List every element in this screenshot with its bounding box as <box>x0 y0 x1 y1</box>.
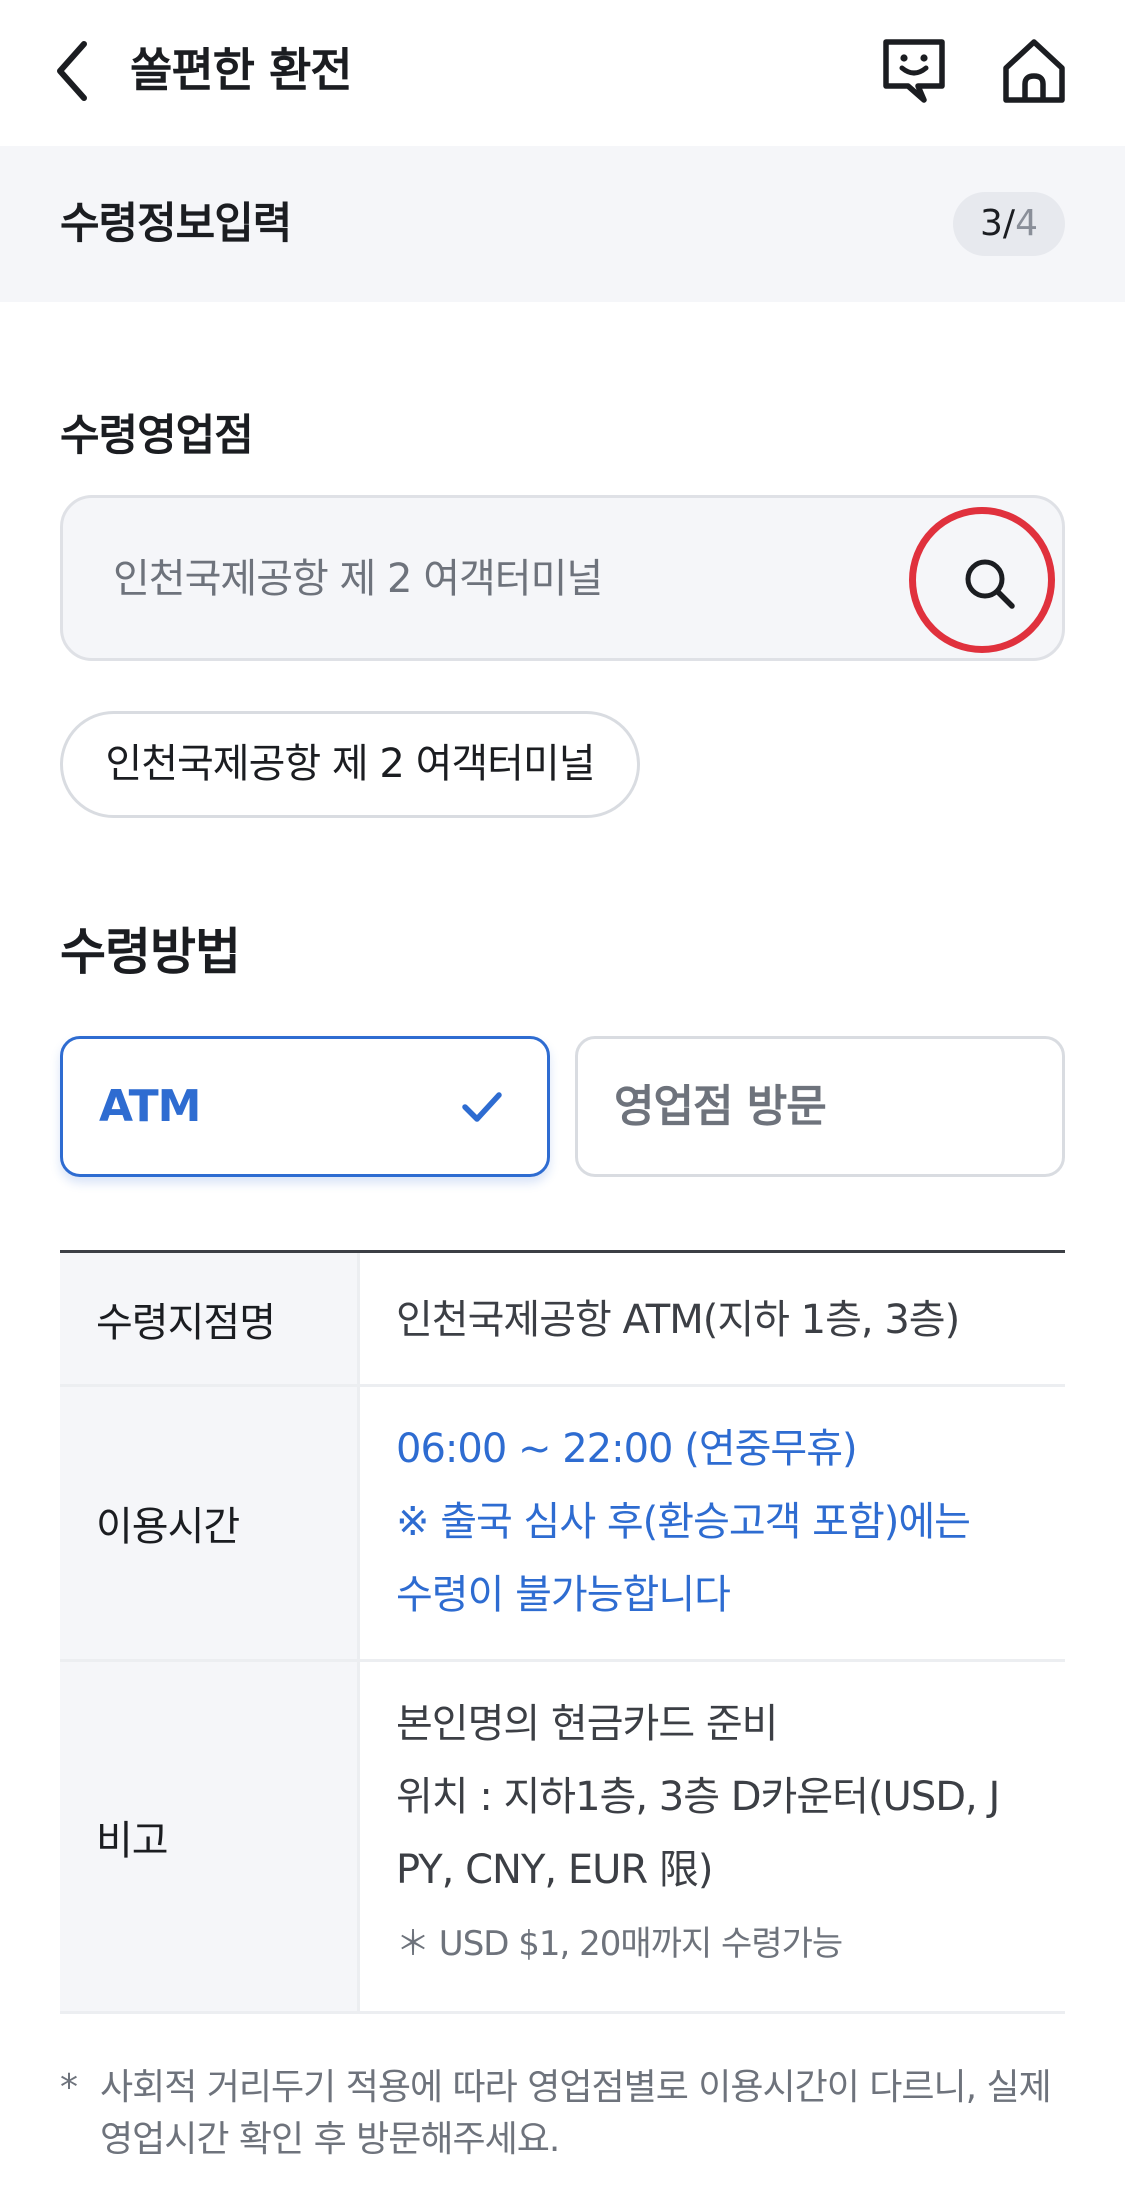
row-value-remarks: 본인명의 현금카드 준비 위치 : 지하1층, 3층 D카운터(USD, J P… <box>360 1662 1065 2011</box>
chatbot-button[interactable] <box>878 34 950 110</box>
footnote-text: 사회적 거리두기 적용에 따라 영업점별로 이용시간이 다르니, 실제 영업시간… <box>100 2067 1052 2160</box>
search-icon <box>965 559 1015 609</box>
top-app-bar: 쏠편한 환전 <box>0 0 1125 146</box>
home-icon <box>1003 39 1065 103</box>
hours-line: 06:00 ~ 22:00 (연중무휴) <box>396 1426 858 1472</box>
method-section-label: 수령방법 <box>60 923 241 981</box>
table-row: 수령지점명 인천국제공항 ATM(지하 1층, 3층) <box>60 1253 1065 1387</box>
check-icon <box>462 1092 502 1122</box>
step-current: 3 <box>980 203 1003 244</box>
footnote: * 사회적 거리두기 적용에 따라 영업점별로 이용시간이 다르니, 실제 영업… <box>60 2062 1070 2166</box>
chatbot-icon <box>883 39 945 103</box>
method-atm-label: ATM <box>99 1081 201 1132</box>
method-atm-button[interactable]: ATM <box>60 1036 550 1177</box>
hours-notice-line: ※ 출국 심사 후(환승고객 포함)에는 <box>396 1499 971 1545</box>
branch-search-box <box>60 495 1065 661</box>
row-header-remarks: 비고 <box>60 1662 360 2011</box>
step-title: 수령정보입력 <box>60 199 292 249</box>
home-button[interactable] <box>998 34 1070 110</box>
row-value-branch-name: 인천국제공항 ATM(지하 1층, 3층) <box>396 1297 960 1343</box>
table-row: 비고 본인명의 현금카드 준비 위치 : 지하1층, 3층 D카운터(USD, … <box>60 1662 1065 2014</box>
remarks-note: ＊ USD $1, 20매까지 수령가능 <box>396 1924 843 1964</box>
method-branch-visit-label: 영업점 방문 <box>614 1081 827 1132</box>
method-branch-visit-button[interactable]: 영업점 방문 <box>575 1036 1065 1177</box>
pickup-info-table: 수령지점명 인천국제공항 ATM(지하 1층, 3층) 이용시간 06:00 ~… <box>60 1250 1065 2014</box>
row-header-hours: 이용시간 <box>60 1387 360 1659</box>
remarks-line: PY, CNY, EUR 限) <box>396 1847 713 1893</box>
step-bar: 수령정보입력 3/4 <box>0 146 1125 302</box>
remarks-line: 위치 : 지하1층, 3층 D카운터(USD, J <box>396 1774 1000 1820</box>
hours-notice-line: 수령이 불가능합니다 <box>396 1572 731 1618</box>
page-title: 쏠편한 환전 <box>130 43 353 97</box>
row-value-hours: 06:00 ~ 22:00 (연중무휴) ※ 출국 심사 후(환승고객 포함)에… <box>360 1387 1065 1659</box>
remarks-line: 본인명의 현금카드 준비 <box>396 1701 778 1747</box>
branch-search-input[interactable] <box>113 548 893 610</box>
row-header-branch-name: 수령지점명 <box>60 1253 360 1384</box>
step-total: 4 <box>1015 203 1038 244</box>
search-button[interactable] <box>909 507 1055 653</box>
step-separator: / <box>1002 203 1016 244</box>
branch-section-label: 수령영업점 <box>60 411 254 461</box>
step-indicator: 3/4 <box>953 192 1065 256</box>
back-button[interactable] <box>46 34 106 108</box>
selected-branch-chip[interactable]: 인천국제공항 제 2 여객터미널 <box>60 711 640 818</box>
footnote-marker: * <box>60 2067 78 2108</box>
table-row: 이용시간 06:00 ~ 22:00 (연중무휴) ※ 출국 심사 후(환승고객… <box>60 1387 1065 1662</box>
chevron-left-icon <box>57 41 87 101</box>
